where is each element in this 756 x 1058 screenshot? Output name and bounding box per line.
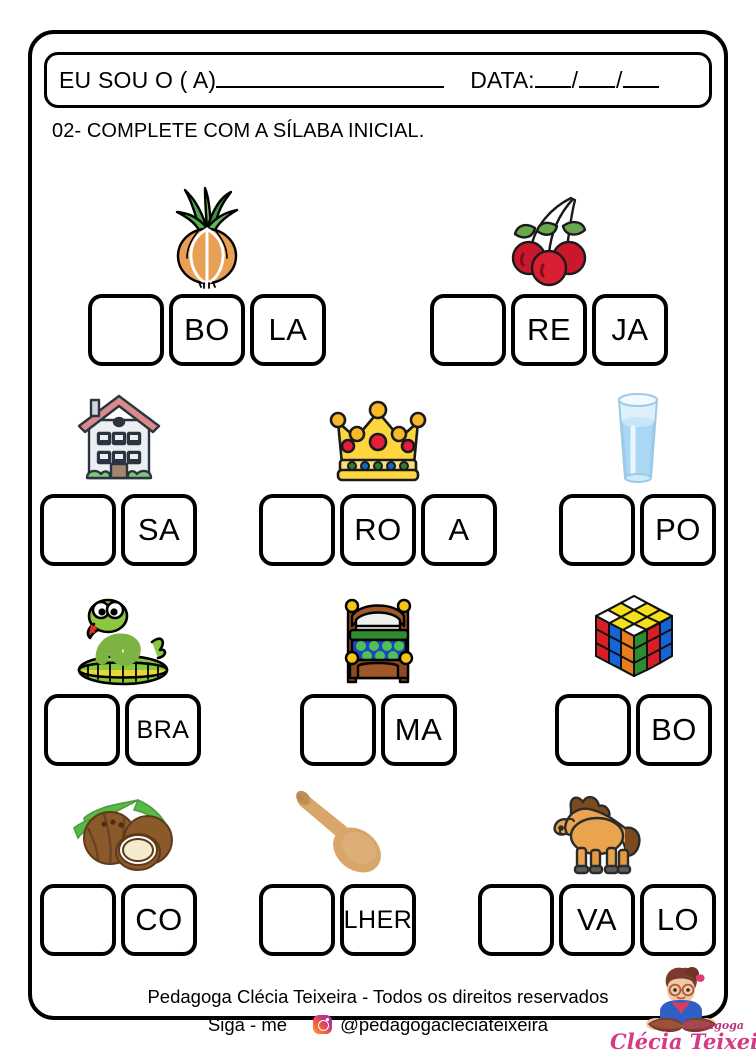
syllable-box-blank[interactable]: [259, 494, 335, 566]
syllable-box-blank[interactable]: [559, 494, 635, 566]
cherries-icon: [501, 186, 597, 290]
syllable-boxes: RO A: [259, 494, 497, 566]
brand-script-text: Clécia Teixeira: [610, 1029, 756, 1054]
syllable-box[interactable]: LA: [250, 294, 326, 366]
date-month-line[interactable]: [578, 72, 615, 88]
syllable-box[interactable]: CO: [121, 884, 197, 956]
syllable-box[interactable]: A: [421, 494, 497, 566]
syllable-boxes: BO LA: [88, 294, 326, 366]
syllable-box-blank[interactable]: [555, 694, 631, 766]
house-icon: [67, 386, 171, 490]
syllable-boxes: CO: [40, 884, 197, 956]
syllable-box-blank[interactable]: [478, 884, 554, 956]
instagram-icon[interactable]: [313, 1015, 333, 1035]
syllable-box-blank[interactable]: [299, 694, 376, 766]
syllable-box[interactable]: BO: [169, 294, 245, 366]
syllable-box-blank[interactable]: [259, 884, 335, 956]
syllable-boxes: MA: [299, 694, 457, 766]
syllable-box[interactable]: SA: [121, 494, 197, 566]
exercise-row: BRA MA BO: [36, 566, 720, 766]
exercise-item-cobra: BRA: [44, 586, 201, 766]
syllable-boxes: BO: [555, 694, 712, 766]
exercise-row: BO LA RE JA: [36, 158, 720, 366]
brand-logo: Pedagoga Clécia Teixeira: [610, 962, 756, 1058]
snake-icon: [68, 586, 178, 690]
bed-icon: [330, 586, 426, 690]
exercise-item-cama: MA: [299, 586, 457, 766]
syllable-boxes: VA LO: [478, 884, 716, 956]
exercise-grid: BO LA RE JA SA RO A PO BRA MA BO CO LHER…: [36, 158, 720, 956]
exercise-item-cebola: BO LA: [88, 186, 326, 366]
instagram-handle[interactable]: @pedagogacleciateixeira: [340, 1012, 548, 1038]
syllable-boxes: SA: [40, 494, 197, 566]
follow-label: Siga - me: [207, 1013, 288, 1035]
syllable-box-blank[interactable]: [88, 294, 164, 366]
date-slash-2: /: [615, 66, 623, 93]
syllable-box[interactable]: LHER: [340, 884, 416, 956]
date-label: DATA:: [470, 66, 535, 93]
syllable-box[interactable]: BO: [636, 694, 712, 766]
water-glass-icon: [603, 386, 673, 490]
exercise-item-colher: LHER: [259, 784, 416, 956]
wooden-spoon-icon: [283, 784, 393, 880]
date-slash-1: /: [571, 66, 578, 93]
exercise-row: CO LHER VA LO: [36, 766, 720, 956]
date-day-line[interactable]: [534, 72, 571, 88]
syllable-box[interactable]: BRA: [125, 694, 201, 766]
horse-icon: [545, 784, 649, 880]
exercise-item-cubo: BO: [555, 586, 712, 766]
date-year-line[interactable]: [623, 72, 660, 88]
syllable-box-blank[interactable]: [40, 884, 116, 956]
syllable-boxes: PO: [559, 494, 716, 566]
coconut-icon: [64, 784, 174, 880]
name-label: EU SOU O ( A): [59, 66, 217, 93]
syllable-boxes: BRA: [44, 694, 201, 766]
worksheet-page: EU SOU O ( A) DATA: / / 02- COMPLETE COM…: [0, 0, 756, 1058]
exercise-item-cereja: RE JA: [430, 186, 668, 366]
crown-icon: [324, 386, 432, 490]
exercise-item-casa: SA: [40, 386, 197, 566]
syllable-box[interactable]: PO: [640, 494, 716, 566]
onion-icon: [161, 186, 253, 290]
exercise-item-coco: CO: [40, 784, 197, 956]
syllable-boxes: RE JA: [430, 294, 668, 366]
syllable-box-blank[interactable]: [430, 294, 506, 366]
syllable-box[interactable]: RO: [340, 494, 416, 566]
exercise-item-cavalo: VA LO: [478, 784, 716, 956]
name-write-line[interactable]: [216, 72, 445, 88]
syllable-box[interactable]: VA: [559, 884, 635, 956]
rubiks-cube-icon: [586, 586, 682, 690]
syllable-box[interactable]: LO: [640, 884, 716, 956]
syllable-box[interactable]: JA: [592, 294, 668, 366]
exercise-item-coroa: RO A: [259, 386, 497, 566]
syllable-box-blank[interactable]: [40, 494, 116, 566]
exercise-item-copo: PO: [559, 386, 716, 566]
syllable-box-blank[interactable]: [44, 694, 120, 766]
exercise-row: SA RO A PO: [36, 366, 720, 566]
syllable-boxes: LHER: [259, 884, 416, 956]
syllable-box[interactable]: RE: [511, 294, 587, 366]
name-date-field-box[interactable]: EU SOU O ( A) DATA: / /: [44, 52, 712, 108]
instruction-text: 02- COMPLETE COM A SÍLABA INICIAL.: [52, 120, 425, 142]
syllable-box[interactable]: MA: [380, 694, 457, 766]
